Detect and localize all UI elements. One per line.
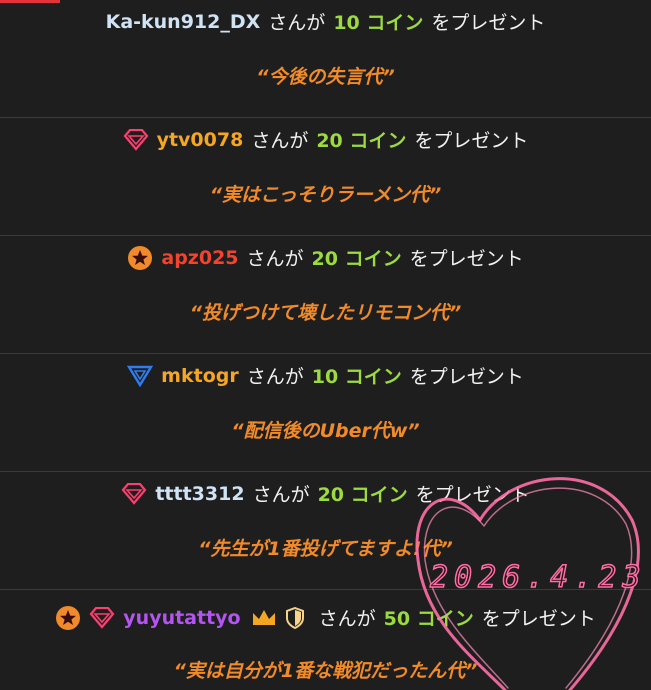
connector-text: さんが xyxy=(246,366,304,388)
gift-message: “先生が1番投げてますよ!代” xyxy=(198,538,453,560)
connector-text: さんが xyxy=(252,484,310,506)
handwritten-date: 2026.4.23 xyxy=(429,559,647,596)
gift-row-6: yuyutattyo さんが 50 コイン をプレゼント “実は自分が1番な戦犯… xyxy=(0,590,651,690)
username[interactable]: apz025 xyxy=(161,247,238,269)
gift-message: “投げつけて壊したリモコン代” xyxy=(189,302,462,324)
coin-amount: 50 コイン xyxy=(383,608,474,630)
action-text: をプレゼント xyxy=(409,248,524,270)
gift-row-3: apz025 さんが 20 コイン をプレゼント “投げつけて壊したリモコン代” xyxy=(0,236,651,354)
connector-text: さんが xyxy=(268,12,326,34)
gift-row-2: ytv0078 さんが 20 コイン をプレゼント “実はこっそりラーメン代” xyxy=(0,118,651,236)
gift-message: “実は自分が1番な戦犯だったん代” xyxy=(173,660,478,682)
coin-amount: 10 コイン xyxy=(311,366,402,388)
triangle-icon xyxy=(127,365,154,387)
username[interactable]: tttt3312 xyxy=(155,483,244,505)
action-text: をプレゼント xyxy=(414,130,529,152)
action-text: をプレゼント xyxy=(481,608,596,630)
username[interactable]: yuyutattyo xyxy=(123,607,240,629)
gift-row-4: mktogr さんが 10 コイン をプレゼント “配信後のUber代w” xyxy=(0,354,651,472)
gift-row-1: Ka-kun912_DX さんが 10 コイン をプレゼント “今後の失言代” xyxy=(0,0,651,118)
connector-text: さんが xyxy=(246,248,304,270)
action-text: をプレゼント xyxy=(431,12,546,34)
coin-amount: 20 コイン xyxy=(316,130,407,152)
shield-icon xyxy=(285,606,305,629)
connector-text: さんが xyxy=(318,608,376,630)
username[interactable]: mktogr xyxy=(161,365,239,387)
connector-text: さんが xyxy=(251,130,309,152)
coin-amount: 10 コイン xyxy=(333,12,424,34)
diamond-icon xyxy=(123,128,149,151)
gift-message: “実はこっそりラーメン代” xyxy=(209,184,442,206)
action-text: をプレゼント xyxy=(409,366,524,388)
username[interactable]: Ka-kun912_DX xyxy=(106,11,261,33)
diamond-icon xyxy=(121,482,147,505)
coin-amount: 20 コイン xyxy=(311,248,402,270)
gift-message: “今後の失言代” xyxy=(256,66,395,88)
crown-icon xyxy=(251,608,277,628)
star-badge-icon xyxy=(55,605,81,631)
gift-message: “配信後のUber代w” xyxy=(231,420,420,442)
star-badge-icon xyxy=(127,245,153,271)
coin-amount: 20 コイン xyxy=(317,484,408,506)
username[interactable]: ytv0078 xyxy=(157,129,244,151)
action-text: をプレゼント xyxy=(415,484,530,506)
diamond-icon xyxy=(89,606,115,629)
